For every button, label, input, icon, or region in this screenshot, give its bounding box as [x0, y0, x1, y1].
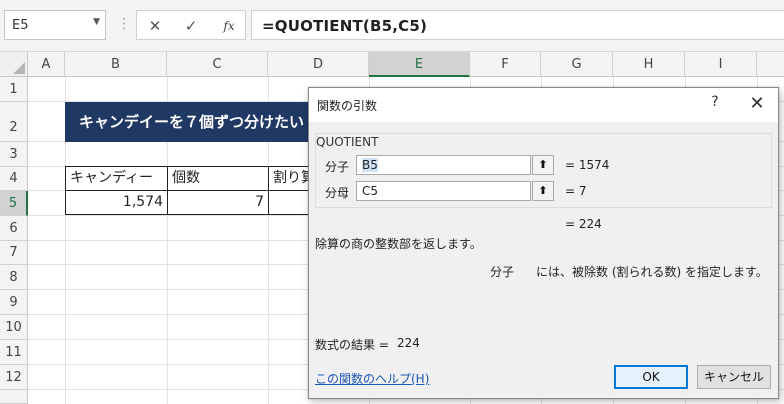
- cell-c5[interactable]: 7: [167, 190, 269, 215]
- formula-result-value: 224: [397, 336, 420, 350]
- row-header-3[interactable]: 3: [0, 142, 28, 167]
- row-header-11[interactable]: 11: [0, 340, 28, 365]
- row-header-2[interactable]: 2: [0, 102, 28, 142]
- function-name: QUOTIENT: [316, 135, 383, 149]
- select-all-icon: [13, 62, 25, 74]
- function-arguments-dialog: 関数の引数 ? ✕ QUOTIENT 分子 B5 ⬆ = 1574 分母 C5 …: [308, 87, 779, 399]
- column-header-b[interactable]: B: [65, 52, 167, 77]
- argument-help-name: 分子: [490, 265, 515, 279]
- formula-result-preview: = 224: [565, 217, 602, 231]
- column-header-c[interactable]: C: [167, 52, 268, 77]
- row-header-4[interactable]: 4: [0, 167, 28, 191]
- formula-bar: E5 ▼ ⋮ ✕ ✓ fx =QUOTIENT(B5,C5): [0, 0, 784, 52]
- fx-icon[interactable]: fx: [217, 15, 241, 37]
- more-icon: ⋮: [117, 16, 131, 32]
- column-header-h[interactable]: H: [613, 52, 685, 77]
- collapse-dialog-icon[interactable]: ⬆: [532, 181, 554, 201]
- cell-b5[interactable]: 1,574: [65, 190, 168, 215]
- arg-label-denominator: 分母: [325, 186, 350, 200]
- select-all-button[interactable]: [0, 52, 28, 77]
- function-description: 除算の商の整数部を返します。: [315, 237, 482, 251]
- cancel-icon[interactable]: ✕: [143, 15, 167, 37]
- dialog-title-bar[interactable]: 関数の引数 ? ✕: [309, 88, 778, 122]
- close-icon[interactable]: ✕: [745, 93, 769, 117]
- row-header-8[interactable]: 8: [0, 265, 28, 290]
- column-header-e[interactable]: E: [369, 52, 470, 77]
- name-box[interactable]: E5 ▼: [4, 10, 106, 40]
- column-header-i[interactable]: I: [685, 52, 757, 77]
- argument-help-text: には、被除数 (割られる数) を指定します。: [536, 265, 768, 279]
- header-cell-count[interactable]: 個数: [167, 166, 269, 191]
- column-header-a[interactable]: A: [28, 52, 65, 77]
- formula-text: =QUOTIENT(B5,C5): [262, 17, 428, 35]
- collapse-dialog-icon[interactable]: ⬆: [532, 155, 554, 175]
- formula-result-label: 数式の結果 =: [315, 338, 389, 352]
- row-header-9[interactable]: 9: [0, 290, 28, 315]
- check-icon[interactable]: ✓: [179, 15, 203, 37]
- row-header-6[interactable]: 6: [0, 216, 28, 241]
- name-box-value: E5: [12, 18, 29, 33]
- cancel-button[interactable]: キャンセル: [697, 365, 771, 389]
- numerator-input[interactable]: B5: [356, 155, 531, 175]
- denominator-value: C5: [362, 184, 379, 198]
- column-header-g[interactable]: G: [541, 52, 613, 77]
- dialog-title: 関数の引数: [317, 99, 378, 113]
- header-cell-candy[interactable]: キャンディー: [65, 166, 168, 191]
- row-header-7[interactable]: 7: [0, 241, 28, 265]
- chevron-down-icon[interactable]: ▼: [93, 17, 100, 27]
- column-header-f[interactable]: F: [470, 52, 541, 77]
- arg-label-numerator: 分子: [325, 160, 350, 174]
- row-header-5[interactable]: 5: [0, 191, 28, 216]
- row-header-1[interactable]: 1: [0, 77, 28, 102]
- denominator-input[interactable]: C5: [356, 181, 531, 201]
- help-icon[interactable]: ?: [705, 94, 725, 116]
- row-header-13[interactable]: [0, 390, 28, 404]
- ok-button[interactable]: OK: [614, 365, 688, 389]
- numerator-result: = 1574: [565, 158, 610, 172]
- formula-buttons: ✕ ✓ fx: [136, 10, 246, 40]
- function-help-link[interactable]: この関数のヘルプ(H): [315, 370, 429, 387]
- numerator-value: B5: [362, 158, 378, 172]
- row-header-10[interactable]: 10: [0, 315, 28, 340]
- excel-window: E5 ▼ ⋮ ✕ ✓ fx =QUOTIENT(B5,C5) A B C D E…: [0, 0, 784, 404]
- column-header-blank: [757, 52, 784, 77]
- formula-input[interactable]: =QUOTIENT(B5,C5): [251, 10, 784, 40]
- sheet-title-cell[interactable]: キャンデイーを７個ずつ分けたい: [65, 102, 325, 142]
- row-header-12[interactable]: 12: [0, 365, 28, 390]
- denominator-result: = 7: [565, 184, 587, 198]
- column-header-d[interactable]: D: [268, 52, 369, 77]
